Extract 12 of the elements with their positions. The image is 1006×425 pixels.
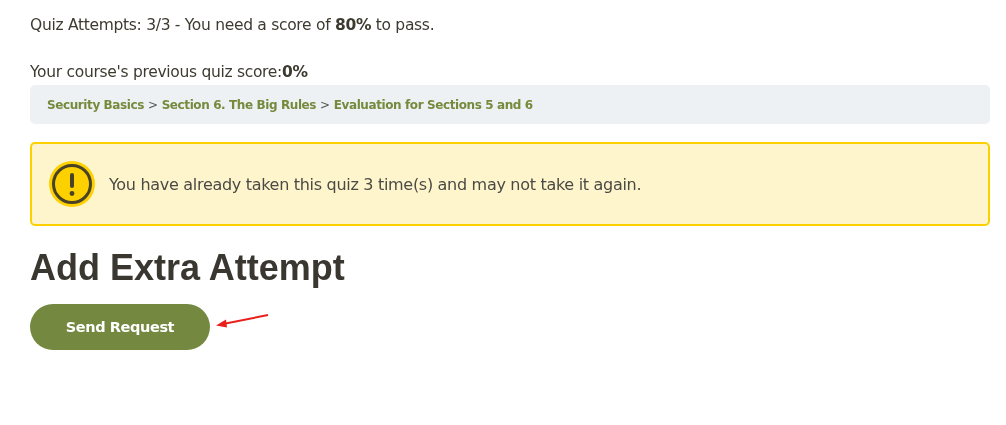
alert-message: You have already taken this quiz 3 time(s) and may not take it again. [109,174,642,194]
breadcrumb-separator: > [147,97,158,112]
breadcrumb-separator: > [320,97,330,112]
exclamation-icon [48,160,96,208]
quiz-attempts-text: Quiz Attempts: 3/3 - You need a score of 80% to pass. [30,15,436,36]
section-heading: Add Extra Attempt [30,246,346,290]
send-request-button[interactable]: Send Request [30,304,210,350]
breadcrumb-link[interactable]: Evaluation for Sections 5 and 6 [333,97,533,112]
annotation-arrow [215,313,269,329]
breadcrumb-link[interactable]: Section 6. The Big Rules [161,97,317,112]
breadcrumb-link[interactable]: Security Basics [47,97,144,112]
previous-score-text: Your course's previous quiz score:0% [30,62,309,83]
